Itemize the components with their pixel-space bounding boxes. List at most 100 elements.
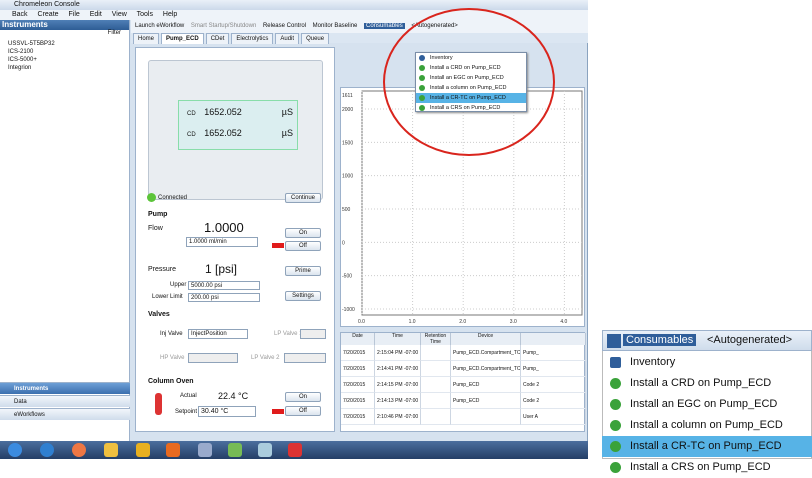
tab-queue[interactable]: Queue — [301, 33, 330, 44]
y-tick-label: 500 — [342, 207, 351, 213]
tab-home[interactable]: Home — [133, 33, 160, 44]
x-tick-label: 3.0 — [510, 319, 517, 325]
table-row[interactable]: 7/20/2015 2:10:46 PM -07:00 User A — [341, 409, 586, 425]
actual-label: Actual — [180, 393, 197, 399]
app-icon[interactable] — [228, 443, 242, 457]
lp-valve-2-select[interactable] — [284, 353, 326, 363]
monitor-baseline-button[interactable]: Monitor Baseline — [313, 23, 358, 29]
tree-item[interactable]: Integrion — [0, 64, 129, 72]
title-bar: Chromeleon Console — [0, 0, 588, 10]
x-tick-label: 0.0 — [358, 319, 365, 325]
launch-eworkflow-button[interactable]: Launch eWorkflow — [135, 23, 184, 29]
tab-pump-ecd[interactable]: Pump_ECD — [161, 33, 204, 44]
oven-on-button[interactable]: On — [285, 392, 321, 402]
off-indicator — [272, 409, 284, 414]
flow-input[interactable]: 1.0000 ml/min — [186, 237, 258, 247]
smart-startup-button[interactable]: Smart Startup/Shutdown — [191, 23, 256, 29]
zoom-install-item[interactable]: Install a CR-TC on Pump_ECD — [602, 436, 812, 457]
tools-menu[interactable]: Tools — [137, 11, 153, 18]
continue-button[interactable]: Continue — [285, 193, 321, 203]
folder-icon[interactable] — [104, 443, 118, 457]
hp-valve-select[interactable] — [188, 353, 238, 363]
inj-valve-select[interactable]: InjectPosition — [188, 329, 248, 339]
browser-icon[interactable] — [40, 443, 54, 457]
table-cell: 7/20/2015 — [341, 361, 375, 377]
edit-menu[interactable]: Edit — [90, 11, 102, 18]
chrome-icon[interactable] — [72, 443, 86, 457]
menu-item-label: Install an EGC on Pump_ECD — [630, 398, 778, 410]
cd-value: 1652.052 — [204, 128, 242, 138]
table-row[interactable]: 7/20/2015 2:14:15 PM -07:00 Pump_ECD Code 2 — [341, 377, 586, 393]
y-tick-label: -1000 — [342, 307, 355, 313]
pressure-value: 1 [psi] — [205, 262, 238, 276]
table-cell: 2:10:46 PM -07:00 — [375, 409, 421, 425]
app-icon[interactable] — [198, 443, 212, 457]
create-menu[interactable]: Create — [38, 11, 59, 18]
zoom-autogen-select[interactable]: <Autogenerated> — [707, 334, 792, 346]
inj-valve-label: Inj Valve — [160, 331, 183, 337]
office-icon[interactable] — [166, 443, 180, 457]
table-row[interactable]: 7/20/2015 2:14:13 PM -07:00 Pump_ECD Code 2 — [341, 393, 586, 409]
zoom-consumables-button[interactable]: Consumables — [623, 334, 697, 346]
filter-label[interactable]: Filter — [0, 30, 129, 40]
help-menu[interactable]: Help — [163, 11, 177, 18]
consumables-icon — [607, 334, 621, 348]
lock-icon[interactable] — [136, 443, 150, 457]
oven-off-button[interactable]: Off — [285, 406, 321, 416]
powerpoint-icon[interactable] — [288, 443, 302, 457]
tab-cdet[interactable]: CDet — [205, 33, 230, 44]
app-icon[interactable] — [258, 443, 272, 457]
release-control-button[interactable]: Release Control — [263, 23, 306, 29]
inventory-icon — [610, 357, 621, 368]
pump-on-button[interactable]: On — [285, 228, 321, 238]
nav-eworkflows[interactable]: eWorkflows — [0, 408, 130, 420]
lp-valve-1-label: LP Valve 1 — [274, 331, 303, 337]
lp-valve-1-select[interactable] — [300, 329, 326, 339]
table-cell: Pump_ECD — [451, 393, 521, 409]
lower-limit-input[interactable]: 200.00 psi — [188, 293, 260, 302]
pump-off-button[interactable]: Off — [285, 241, 321, 251]
table-cell: 2:15:04 PM -07:00 — [375, 345, 421, 361]
setpoint-input[interactable]: 30.40 °C — [198, 406, 256, 417]
zoom-install-item[interactable]: Install an EGC on Pump_ECD — [602, 394, 812, 415]
zoom-install-item[interactable]: Install a column on Pump_ECD — [602, 415, 812, 436]
setpoint-label: Setpoint — [175, 409, 198, 415]
table-cell: 7/20/2015 — [341, 393, 375, 409]
tree-item[interactable]: USSVL-5T5BP32 — [0, 40, 129, 48]
audit-table: Date Time Retention Time Device 7/20/2015 2:… — [340, 332, 586, 432]
column-header[interactable]: Time — [375, 333, 421, 345]
pressure-label: Pressure — [148, 266, 177, 273]
nav-instruments[interactable]: Instruments — [0, 382, 130, 394]
menu-item-label: Install a CR-TC on Pump_ECD — [630, 440, 782, 452]
menu-item-label: Inventory — [630, 356, 676, 368]
back-button[interactable]: Back — [12, 11, 28, 18]
settings-button[interactable]: Settings — [285, 291, 321, 301]
column-header[interactable]: Device — [451, 333, 521, 345]
zoom-install-item[interactable]: Install a CRD on Pump_ECD — [602, 373, 812, 394]
zoom-install-item[interactable]: Install a CRS on Pump_ECD — [602, 457, 812, 478]
consumables-button[interactable]: Consumables — [364, 23, 405, 29]
prime-button[interactable]: Prime — [285, 266, 321, 276]
table-cell: 2:14:41 PM -07:00 — [375, 361, 421, 377]
tab-audit[interactable]: Audit — [275, 33, 300, 44]
y-tick-label: 1500 — [342, 140, 353, 146]
view-menu[interactable]: View — [112, 11, 127, 18]
column-header[interactable] — [521, 333, 586, 345]
table-header: Date Time Retention Time Device — [341, 333, 586, 345]
tree-item[interactable]: ICS-2100 — [0, 48, 129, 56]
column-header[interactable]: Retention Time — [421, 333, 451, 345]
x-tick-label: 2.0 — [459, 319, 466, 325]
table-row[interactable]: 7/20/2015 2:15:04 PM -07:00 Pump_ECD.Compa… — [341, 345, 586, 361]
zoom-inventory-item[interactable]: Inventory — [602, 352, 812, 373]
start-icon[interactable] — [8, 443, 22, 457]
file-menu[interactable]: File — [68, 11, 79, 18]
column-header[interactable]: Date — [341, 333, 375, 345]
table-cell: 7/20/2015 — [341, 409, 375, 425]
nav-data[interactable]: Data — [0, 395, 130, 407]
connected-icon — [147, 193, 156, 202]
upper-limit-input[interactable]: 5000.00 psi — [188, 281, 260, 290]
tree-item[interactable]: ICS-5000+ — [0, 56, 129, 64]
table-row[interactable]: 7/20/2015 2:14:41 PM -07:00 Pump_ECD.Compa… — [341, 361, 586, 377]
tab-electrolytics[interactable]: Electrolytics — [231, 33, 274, 44]
table-cell: Pump_ECD.Compartment_TC — [451, 345, 521, 361]
